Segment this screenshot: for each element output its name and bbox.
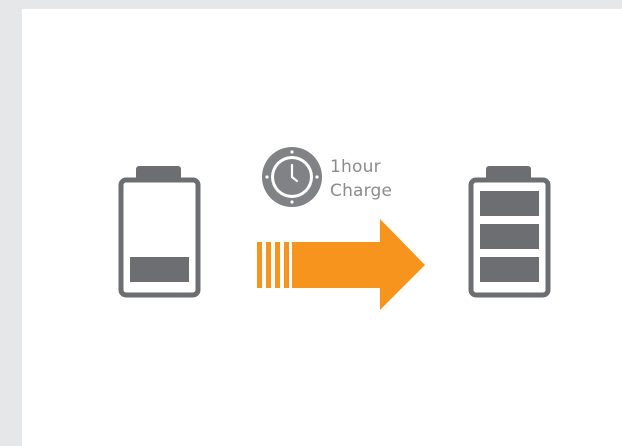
charge-time-caption: 1hour Charge xyxy=(330,155,392,203)
battery-full-charge-bar xyxy=(480,257,539,282)
clock-icon xyxy=(262,147,322,207)
battery-full-icon xyxy=(468,166,551,298)
charge-action-label: Charge xyxy=(330,181,393,201)
battery-full-charge-bar xyxy=(480,224,539,249)
charging-illustration xyxy=(118,147,551,310)
arrow-head xyxy=(292,219,425,310)
charge-duration-label: 1hour xyxy=(330,157,381,177)
battery-low-charge-bar xyxy=(130,257,189,282)
battery-full-charge-bar xyxy=(480,191,539,216)
battery-low-icon xyxy=(118,166,201,298)
arrow-right-icon xyxy=(257,219,425,310)
